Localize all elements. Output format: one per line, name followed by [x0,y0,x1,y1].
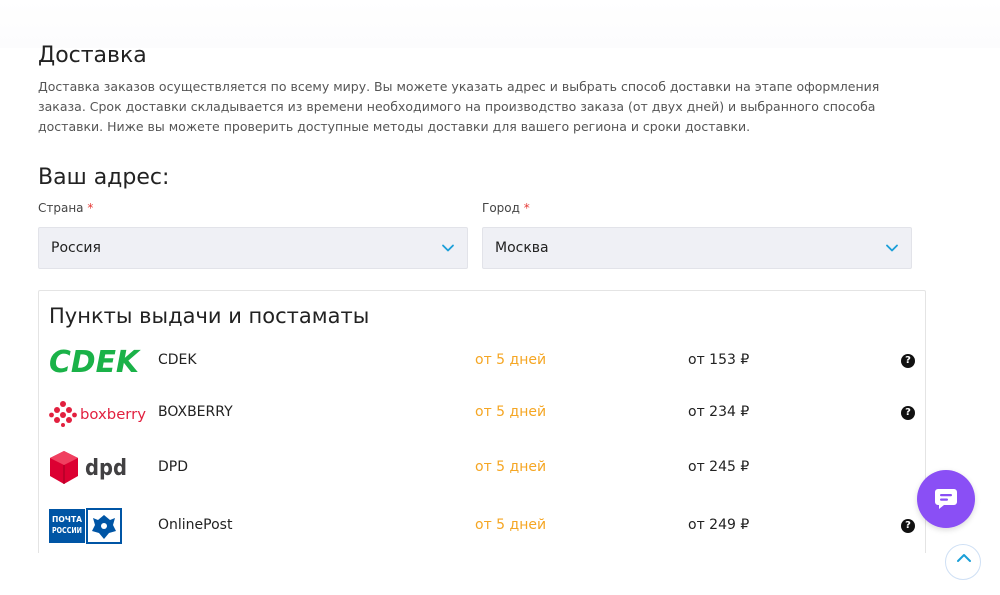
country-value: Россия [51,240,101,256]
svg-text:boxberry: boxberry [80,407,146,423]
svg-text:dpd: dpd [85,456,127,481]
delivery-section: Доставка Доставка заказов осуществляется… [38,40,928,271]
city-label: Город * [482,201,530,215]
chevron-down-icon [442,244,454,252]
city-value: Москва [495,240,549,256]
pickup-points-panel: Пункты выдачи и постаматы CDEK CDEK от 5… [38,290,926,580]
chevron-down-icon [886,244,898,252]
page-bottom-mask [0,553,1000,595]
pickup-heading: Пункты выдачи и постаматы [49,304,370,328]
city-select[interactable]: Москва [482,227,912,269]
required-mark: * [523,201,530,215]
boxberry-logo-icon: boxberry [49,401,146,427]
dpd-logo-icon: dpd [50,451,127,484]
address-fields: Страна * Россия Город * Москва [38,201,928,271]
svg-text:CDEK: CDEK [49,347,141,375]
delivery-price: от 234 ₽ [688,404,750,420]
scroll-top-button[interactable] [945,544,981,580]
delivery-price: от 249 ₽ [688,517,750,533]
delivery-time: от 5 дней [475,459,547,475]
delivery-row-onlinepost: ПОЧТА РОССИИ OnlinePost от 5 дней от 249… [39,506,925,546]
delivery-row-dpd: dpd DPD от 5 дней от 245 ₽ [39,448,925,488]
cdek-logo: CDEK [49,341,141,381]
boxberry-logo: boxberry [49,393,147,433]
delivery-time: от 5 дней [475,517,547,533]
russian-post-logo-icon: ПОЧТА РОССИИ [49,508,122,544]
carrier-name: CDEK [158,352,197,368]
question-icon[interactable]: ? [901,354,915,368]
carrier-name: DPD [158,459,189,475]
address-heading: Ваш адрес: [38,165,170,190]
delivery-price: от 153 ₽ [688,352,750,368]
question-icon[interactable]: ? [901,406,915,420]
carrier-name: OnlinePost [158,517,233,533]
country-select[interactable]: Россия [38,227,468,269]
svg-text:ПОЧТА: ПОЧТА [52,515,82,524]
cdek-logo-icon: CDEK [49,347,141,375]
delivery-row-cdek: CDEK CDEK от 5 дней от 153 ₽ ? [39,341,925,381]
carrier-name: BOXBERRY [158,404,233,420]
chat-icon [935,489,957,509]
delivery-time: от 5 дней [475,404,547,420]
dpd-logo: dpd [49,448,129,488]
country-label: Страна * [38,201,94,215]
svg-text:РОССИИ: РОССИИ [52,526,82,535]
chevron-up-icon [957,554,971,562]
delivery-row-boxberry: boxberry BOXBERRY от 5 дней от 234 ₽ ? [39,393,925,433]
page-description: Доставка заказов осуществляется по всему… [38,79,880,134]
chat-button[interactable] [917,470,975,528]
russian-post-logo: ПОЧТА РОССИИ [49,506,123,546]
question-icon[interactable]: ? [901,519,915,533]
page-title: Доставка [38,43,147,68]
required-mark: * [87,201,94,215]
delivery-time: от 5 дней [475,352,547,368]
city-field: Город * Москва [482,201,912,269]
delivery-price: от 245 ₽ [688,459,750,475]
country-field: Страна * Россия [38,201,468,269]
